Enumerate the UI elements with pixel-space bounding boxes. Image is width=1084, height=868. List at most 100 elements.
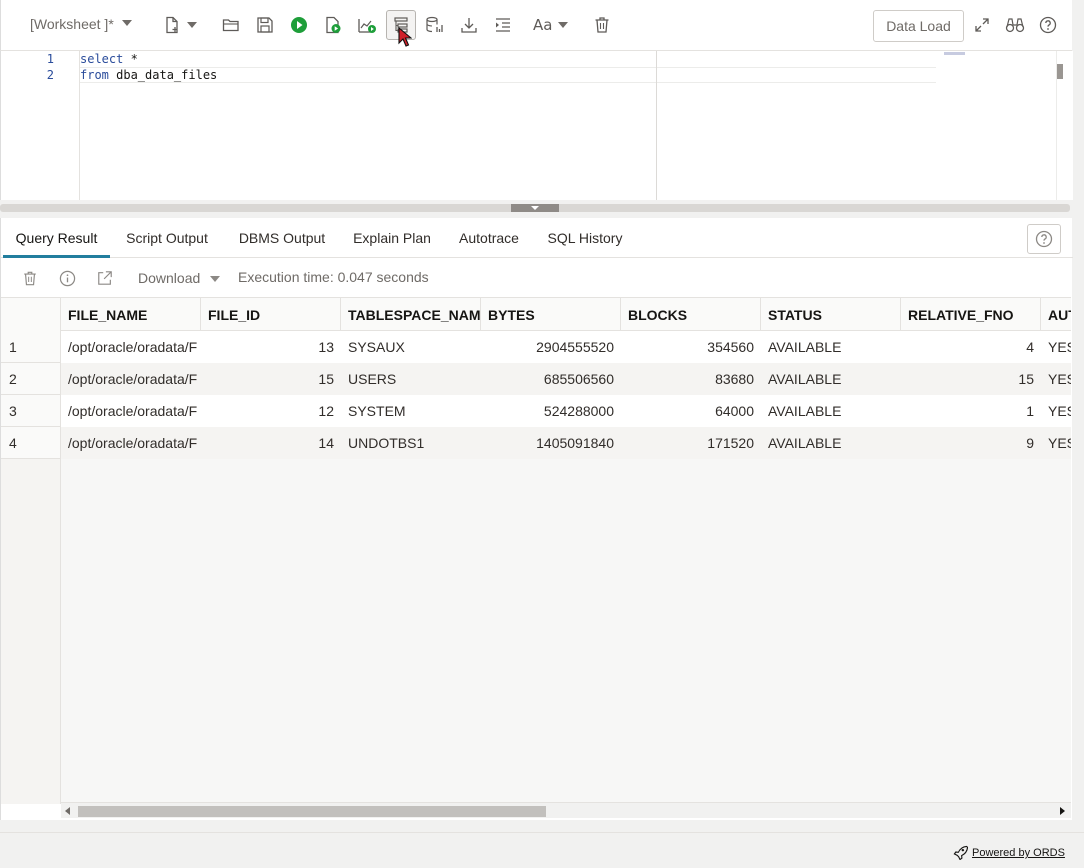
new-file-icon: [166, 16, 178, 34]
font-size-chevron-down-icon[interactable]: [558, 22, 568, 28]
cell-tablespace-name[interactable]: SYSAUX: [341, 331, 481, 363]
cell-autoextensible[interactable]: YES: [1041, 331, 1071, 363]
grid-horizontal-scrollbar[interactable]: [61, 802, 1071, 818]
cell-file-name[interactable]: /opt/oracle/oradata/F: [61, 395, 201, 427]
worksheet-chevron-down-icon[interactable]: [122, 20, 132, 26]
autotrace-button[interactable]: [352, 10, 382, 40]
select-all-cell[interactable]: [1, 298, 61, 331]
tab-dbms-output[interactable]: DBMS Output: [228, 218, 336, 258]
expand-icon: [975, 18, 989, 32]
code-line[interactable]: from dba_data_files: [80, 68, 217, 82]
powered-by-ords-link[interactable]: Powered by ORDS: [972, 847, 1065, 859]
cell-bytes[interactable]: 524288000: [481, 395, 621, 427]
cell-bytes[interactable]: 2904555520: [481, 331, 621, 363]
column-header[interactable]: FILE_ID: [201, 298, 341, 331]
cell-tablespace-name[interactable]: USERS: [341, 363, 481, 395]
run-script-button[interactable]: [318, 10, 348, 40]
scroll-left-arrow-icon[interactable]: [65, 807, 70, 815]
cell-bytes[interactable]: 685506560: [481, 363, 621, 395]
find-button[interactable]: [1000, 10, 1030, 40]
cell-file-id[interactable]: 13: [201, 331, 341, 363]
mouse-cursor-icon: [398, 27, 412, 47]
cell-file-id[interactable]: 12: [201, 395, 341, 427]
column-header[interactable]: AUT: [1041, 298, 1071, 331]
cell-file-name[interactable]: /opt/oracle/oradata/F: [61, 427, 201, 459]
run-statement-button[interactable]: [284, 10, 314, 40]
cell-relative-fno[interactable]: 9: [901, 427, 1041, 459]
column-header[interactable]: FILE_NAME: [61, 298, 201, 331]
cell-blocks[interactable]: 83680: [621, 363, 761, 395]
table-row[interactable]: 1 /opt/oracle/oradata/F 13 SYSAUX 290455…: [1, 331, 1071, 363]
table-row[interactable]: 4 /opt/oracle/oradata/F 14 UNDOTBS1 1405…: [1, 427, 1071, 459]
cell-status[interactable]: AVAILABLE: [761, 331, 901, 363]
column-header[interactable]: STATUS: [761, 298, 901, 331]
tab-sql-history[interactable]: SQL History: [538, 218, 632, 258]
cell-file-id[interactable]: 14: [201, 427, 341, 459]
cell-autoextensible[interactable]: YES: [1041, 395, 1071, 427]
new-worksheet-button[interactable]: [157, 10, 187, 40]
maximize-button[interactable]: [967, 10, 997, 40]
font-size-button[interactable]: Aa: [533, 16, 552, 34]
cell-blocks[interactable]: 64000: [621, 395, 761, 427]
column-header[interactable]: BYTES: [481, 298, 621, 331]
row-number: 4: [1, 427, 61, 459]
worksheet-selector[interactable]: [Worksheet ]*: [30, 16, 114, 32]
cell-tablespace-name[interactable]: SYSTEM: [341, 395, 481, 427]
sql-text: *: [123, 52, 138, 66]
trash-icon: [595, 17, 609, 33]
new-worksheet-chevron-down-icon[interactable]: [187, 22, 197, 28]
table-row[interactable]: 2 /opt/oracle/oradata/F 15 USERS 6855065…: [1, 363, 1071, 395]
download-button[interactable]: [454, 10, 484, 40]
cell-file-name[interactable]: /opt/oracle/oradata/F: [61, 363, 201, 395]
cell-autoextensible[interactable]: YES: [1041, 363, 1071, 395]
footer: Powered by ORDS: [0, 832, 1084, 868]
collapse-arrow-icon: [531, 206, 539, 210]
cell-status[interactable]: AVAILABLE: [761, 363, 901, 395]
help-button[interactable]: [1033, 10, 1063, 40]
scroll-right-arrow-icon[interactable]: [1060, 807, 1065, 815]
cell-bytes[interactable]: 1405091840: [481, 427, 621, 459]
cell-tablespace-name[interactable]: UNDOTBS1: [341, 427, 481, 459]
query-result-grid: FILE_NAME FILE_ID TABLESPACE_NAME BYTES …: [1, 297, 1071, 804]
grid-scrollbar-thumb[interactable]: [78, 806, 546, 817]
cell-blocks[interactable]: 171520: [621, 427, 761, 459]
sql-editor[interactable]: 1 2 select * from dba_data_files: [0, 51, 1073, 200]
cell-status[interactable]: AVAILABLE: [761, 395, 901, 427]
editor-scrollbar-thumb[interactable]: [1057, 64, 1063, 79]
format-button[interactable]: [488, 10, 518, 40]
save-button[interactable]: [250, 10, 280, 40]
info-button[interactable]: [56, 267, 78, 289]
tab-query-result[interactable]: Query Result: [3, 218, 110, 258]
code-line[interactable]: select *: [80, 52, 138, 66]
row-number: 3: [1, 395, 61, 427]
tab-explain-plan[interactable]: Explain Plan: [344, 218, 440, 258]
column-header[interactable]: TABLESPACE_NAME: [341, 298, 481, 331]
rocket-icon: [953, 845, 968, 860]
tab-script-output[interactable]: Script Output: [112, 218, 222, 258]
data-load-button[interactable]: Data Load: [873, 10, 964, 42]
result-help-button[interactable]: [1027, 224, 1061, 254]
splitter-handle[interactable]: [511, 204, 559, 212]
table-row[interactable]: 3 /opt/oracle/oradata/F 12 SYSTEM 524288…: [1, 395, 1071, 427]
column-header[interactable]: BLOCKS: [621, 298, 761, 331]
print-margin-ruler: [656, 51, 657, 200]
external-link-icon: [98, 271, 112, 285]
cell-file-id[interactable]: 15: [201, 363, 341, 395]
cell-status[interactable]: AVAILABLE: [761, 427, 901, 459]
column-header[interactable]: RELATIVE_FNO: [901, 298, 1041, 331]
cell-autoextensible[interactable]: YES: [1041, 427, 1071, 459]
cell-file-name[interactable]: /opt/oracle/oradata/F: [61, 331, 201, 363]
cell-relative-fno[interactable]: 15: [901, 363, 1041, 395]
download-menu-button[interactable]: Download: [138, 270, 200, 286]
cell-relative-fno[interactable]: 1: [901, 395, 1041, 427]
minimap[interactable]: [944, 52, 965, 55]
cell-blocks[interactable]: 354560: [621, 331, 761, 363]
open-button[interactable]: [216, 10, 246, 40]
tab-autotrace[interactable]: Autotrace: [448, 218, 530, 258]
sql-history-button[interactable]: [420, 10, 450, 40]
clear-output-button[interactable]: [19, 267, 41, 289]
cell-relative-fno[interactable]: 4: [901, 331, 1041, 363]
open-in-new-window-button[interactable]: [94, 267, 116, 289]
download-chevron-down-icon[interactable]: [210, 276, 220, 282]
clear-button[interactable]: [587, 10, 617, 40]
